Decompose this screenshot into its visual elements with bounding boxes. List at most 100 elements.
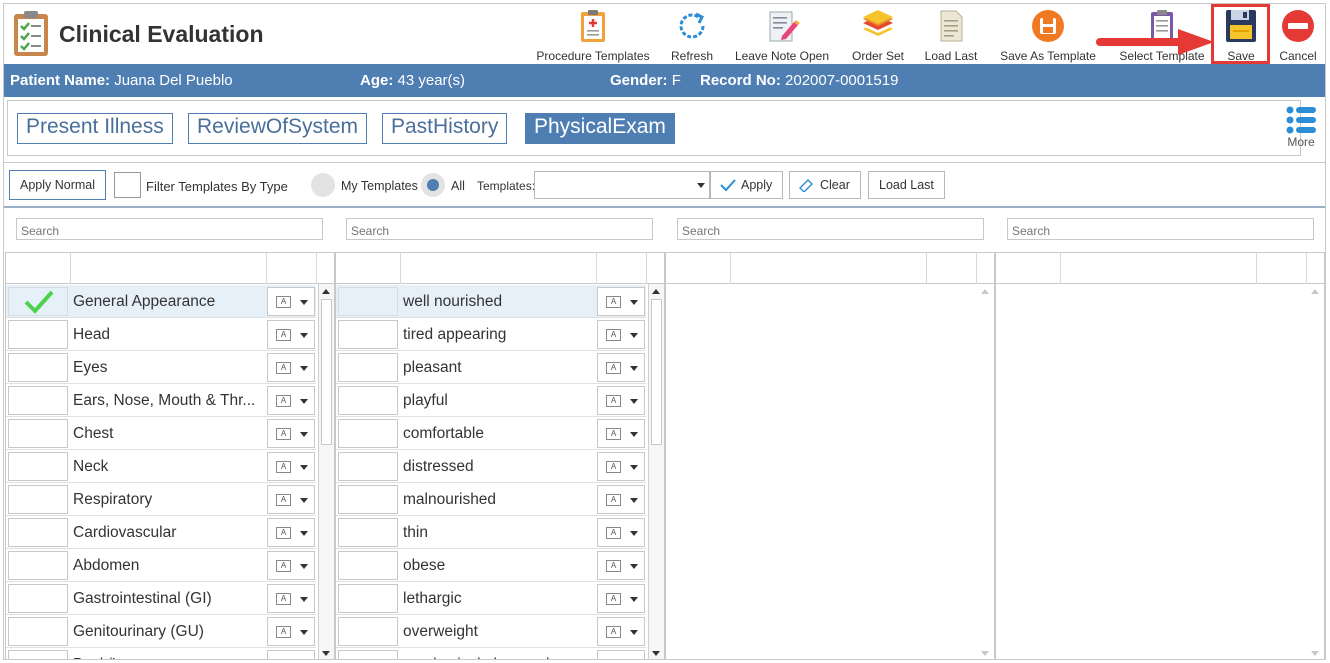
row-note-dropdown[interactable]: A [267,452,315,481]
refresh-button[interactable]: Refresh [664,6,720,63]
finding-row[interactable]: well nourished A [336,285,646,318]
row-checkbox[interactable] [8,287,68,316]
row-note-dropdown[interactable]: A [267,518,315,547]
row-checkbox[interactable] [338,452,398,481]
more-button[interactable]: More [1279,104,1323,154]
row-note-dropdown[interactable]: A [267,650,315,659]
row-note-dropdown[interactable]: A [597,320,645,349]
system-row[interactable]: General Appearance A [6,285,316,318]
finding-row[interactable]: thin A [336,516,646,549]
scroll-down-icon[interactable] [1311,651,1319,656]
row-note-dropdown[interactable]: A [267,287,315,316]
row-checkbox[interactable] [338,419,398,448]
scroll-down-icon[interactable] [652,651,660,656]
row-checkbox[interactable] [338,485,398,514]
row-note-dropdown[interactable]: A [267,551,315,580]
system-row[interactable]: Respiratory A [6,483,316,516]
system-row[interactable]: Back/Lum... A [6,648,316,659]
row-checkbox[interactable] [8,617,68,646]
row-note-dropdown[interactable]: A [267,485,315,514]
row-note-dropdown[interactable]: A [597,485,645,514]
row-note-dropdown[interactable]: A [267,419,315,448]
search-input-column-3[interactable] [677,218,984,240]
tab-past-history[interactable]: PastHistory [382,113,508,144]
apply-normal-button[interactable]: Apply Normal [9,170,107,200]
row-checkbox[interactable] [8,353,68,382]
apply-button[interactable]: Apply [710,171,784,199]
cancel-button[interactable]: Cancel [1274,6,1322,63]
row-note-dropdown[interactable]: A [597,584,645,613]
row-note-dropdown[interactable]: A [267,320,315,349]
system-row[interactable]: Gastrointestinal (GI) A [6,582,316,615]
row-checkbox[interactable] [338,287,398,316]
row-note-dropdown[interactable]: A [597,353,645,382]
order-set-button[interactable]: Order Set [846,6,910,63]
row-checkbox[interactable] [338,518,398,547]
scroll-thumb[interactable] [321,299,332,445]
row-checkbox[interactable] [8,320,68,349]
row-checkbox[interactable] [338,551,398,580]
row-checkbox[interactable] [8,551,68,580]
row-checkbox[interactable] [338,386,398,415]
row-note-dropdown[interactable]: A [597,287,645,316]
row-note-dropdown[interactable]: A [597,452,645,481]
finding-row[interactable]: playful A [336,384,646,417]
procedure-templates-button[interactable]: Procedure Templates [534,6,652,63]
system-row[interactable]: Abdomen A [6,549,316,582]
system-row[interactable]: Genitourinary (GU) A [6,615,316,648]
row-checkbox[interactable] [8,518,68,547]
row-note-dropdown[interactable]: A [597,518,645,547]
clear-button[interactable]: Clear [789,171,861,199]
search-input-systems[interactable] [16,218,323,240]
finding-row[interactable]: lethargic A [336,582,646,615]
finding-row[interactable]: malnourished A [336,483,646,516]
load-last-toolbar-button[interactable]: Load Last [919,6,983,63]
finding-row[interactable]: pleasant A [336,351,646,384]
row-note-dropdown[interactable]: A [597,617,645,646]
my-templates-radio[interactable] [311,173,335,197]
row-note-dropdown[interactable]: A [597,386,645,415]
scroll-down-icon[interactable] [981,651,989,656]
finding-row[interactable]: tired appearing A [336,318,646,351]
finding-row[interactable]: obese A [336,549,646,582]
row-checkbox[interactable] [8,386,68,415]
tab-present-illness[interactable]: Present Illness [17,113,173,144]
systems-scrollbar[interactable] [318,284,334,659]
load-last-button[interactable]: Load Last [868,171,945,199]
row-checkbox[interactable] [338,353,398,382]
leave-note-open-button[interactable]: Leave Note Open [732,6,832,63]
system-row[interactable]: Head A [6,318,316,351]
scroll-up-icon[interactable] [322,289,330,294]
row-note-dropdown[interactable]: A [267,353,315,382]
templates-select[interactable] [534,171,710,199]
scroll-thumb[interactable] [651,299,662,445]
scroll-up-icon[interactable] [652,289,660,294]
row-note-dropdown[interactable]: A [597,419,645,448]
finding-row[interactable]: no physical abnormal... A [336,648,646,659]
filter-by-type-checkbox[interactable] [114,172,141,198]
system-row[interactable]: Ears, Nose, Mouth & Thr... A [6,384,316,417]
grid-3-scrollbar[interactable] [978,284,994,659]
system-row[interactable]: Cardiovascular A [6,516,316,549]
scroll-up-icon[interactable] [1311,289,1319,294]
finding-row[interactable]: distressed A [336,450,646,483]
row-note-dropdown[interactable]: A [597,551,645,580]
row-checkbox[interactable] [338,650,398,659]
save-as-template-button[interactable]: Save As Template [996,6,1100,63]
row-note-dropdown[interactable]: A [267,617,315,646]
row-checkbox[interactable] [338,617,398,646]
row-checkbox[interactable] [8,452,68,481]
row-checkbox[interactable] [8,485,68,514]
finding-row[interactable]: overweight A [336,615,646,648]
row-checkbox[interactable] [8,650,68,659]
findings-scrollbar[interactable] [648,284,664,659]
row-checkbox[interactable] [8,584,68,613]
finding-row[interactable]: comfortable A [336,417,646,450]
row-checkbox[interactable] [338,320,398,349]
tab-physical-exam[interactable]: PhysicalExam [525,113,675,144]
search-input-column-4[interactable] [1007,218,1314,240]
system-row[interactable]: Chest A [6,417,316,450]
row-note-dropdown[interactable]: A [267,386,315,415]
system-row[interactable]: Eyes A [6,351,316,384]
scroll-down-icon[interactable] [322,651,330,656]
